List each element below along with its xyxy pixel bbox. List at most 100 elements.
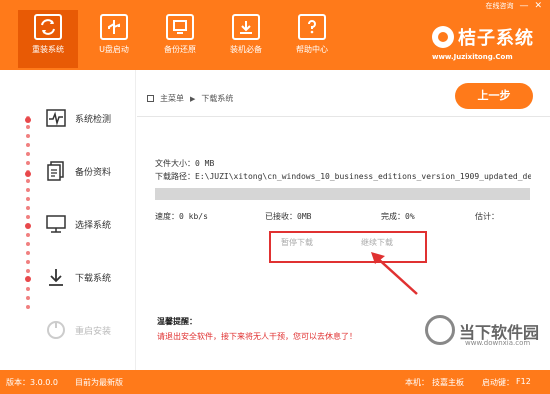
watermark: 当下软件园 www.downxia.com [425,315,550,365]
complete-label: 完成： [381,212,405,221]
tab-label: 帮助中心 [296,45,328,54]
window-controls: 在线咨询 — ✕ [485,1,542,11]
watermark-logo-icon [425,315,455,345]
step-select-system: 选择系统 [45,210,135,238]
annotation-arrow-icon [371,252,418,295]
breadcrumb-home[interactable]: 主菜单 [160,93,184,104]
complete-stat: 完成：0% [381,211,415,222]
step-dot [26,242,30,246]
step-dot [26,233,30,237]
estimate-stat: 估计： [475,211,499,222]
received-label: 已接收： [265,212,297,221]
step-dot [26,269,30,273]
step-restart-install: 重启安装 [45,316,135,344]
online-consult-link[interactable]: 在线咨询 [485,1,513,11]
restart-icon [45,319,67,341]
monitor-wave-icon [45,107,67,129]
download-icon [45,266,67,288]
step-label: 下载系统 [75,273,112,284]
software-icon [232,14,260,40]
watermark-url: www.downxia.com [465,339,531,347]
speed-value: 0 kb/s [179,212,208,221]
step-marker [25,223,31,229]
step-label: 系统检测 [75,114,112,125]
pause-download-button[interactable]: 暂停下载 [281,237,313,248]
received-stat: 已接收：0MB [265,211,311,222]
step-dot [26,206,30,210]
tab-label: 备份还原 [164,45,196,54]
speed-label: 速度： [155,212,179,221]
step-dot [26,305,30,309]
divider [137,116,550,117]
back-button[interactable]: 上一步 [455,83,533,109]
model-label: 本机： [405,378,429,387]
complete-value: 0% [405,212,415,221]
download-path-label: 下载路径： [155,172,195,181]
documents-icon [45,160,67,182]
file-size-row: 文件大小：0 MB [155,158,214,169]
step-dot [26,179,30,183]
refresh-icon [34,14,62,40]
brand-logo-icon [432,26,454,48]
step-label: 重启安装 [75,326,112,337]
step-label: 选择系统 [75,220,112,231]
received-value: 0MB [297,212,312,221]
breadcrumb-current: 下载系统 [201,94,234,103]
step-dot [26,260,30,264]
speed-stat: 速度：0 kb/s [155,211,208,222]
close-icon[interactable]: ✕ [534,1,542,11]
step-dot [26,152,30,156]
hotkey-value: F12 [516,377,531,386]
step-system-check: 系统检测 [45,104,135,132]
app-header: 在线咨询 — ✕ 重装系统 U盘启动 备份还原 装机必备 帮助中心 桔子系统 w… [0,0,550,70]
step-dot [26,296,30,300]
tab-label: U盘启动 [99,45,129,54]
tab-usb-boot[interactable]: U盘启动 [84,10,144,68]
minimize-icon[interactable]: — [519,1,528,11]
hotkey-label: 启动键： [482,378,514,387]
step-label: 备份资料 [75,167,112,178]
help-icon [298,14,326,40]
tab-label: 重装系统 [32,45,64,54]
step-dot [26,287,30,291]
brand-url: www.Juzixitong.Com [432,53,513,61]
status-footer: 版本：3.0.0.0 目前为最新版 本机： 技嘉主板 启动键： F12 [0,370,550,394]
tab-essential-software[interactable]: 装机必备 [216,10,276,68]
estimate-label: 估计： [475,212,499,221]
tab-label: 装机必备 [230,45,262,54]
menu-grid-icon [147,95,154,102]
step-marker [25,117,31,123]
step-dot [26,215,30,219]
backup-icon [166,14,194,40]
brand-name: 桔子系统 [458,28,534,49]
step-sidebar: 系统检测 备份资料 选择系统 下载系统 重启安装 [0,70,136,370]
step-marker [25,276,31,282]
tab-reinstall-system[interactable]: 重装系统 [18,10,78,68]
usb-icon [100,14,128,40]
version-text: 版本：3.0.0.0 [6,378,58,387]
step-marker [25,171,31,177]
step-download-system: 下载系统 [45,263,135,291]
step-dot [26,251,30,255]
step-dot [26,143,30,147]
breadcrumb: 主菜单 ▶ 下载系统 [147,93,233,104]
download-path-row: 下载路径：E:\JUZI\xitong\cn_windows_10_busine… [155,171,531,182]
step-dot [26,134,30,138]
chevron-right-icon: ▶ [190,94,196,103]
tab-backup-restore[interactable]: 备份还原 [150,10,210,68]
file-size-label: 文件大小： [155,159,195,168]
model-value: 技嘉主板 [432,378,464,387]
step-dot [26,161,30,165]
download-path-value: E:\JUZI\xitong\cn_windows_10_business_ed… [195,172,531,181]
display-icon [45,213,67,235]
step-backup-data: 备份资料 [45,157,135,185]
step-dot [26,125,30,129]
download-progress-bar [155,188,530,200]
tab-help-center[interactable]: 帮助中心 [282,10,342,68]
step-dot [26,188,30,192]
brand: 桔子系统 [432,24,534,50]
file-size-value: 0 MB [195,159,215,168]
latest-version-text: 目前为最新版 [75,378,123,387]
step-dot [26,197,30,201]
resume-download-button[interactable]: 继续下载 [361,237,393,248]
